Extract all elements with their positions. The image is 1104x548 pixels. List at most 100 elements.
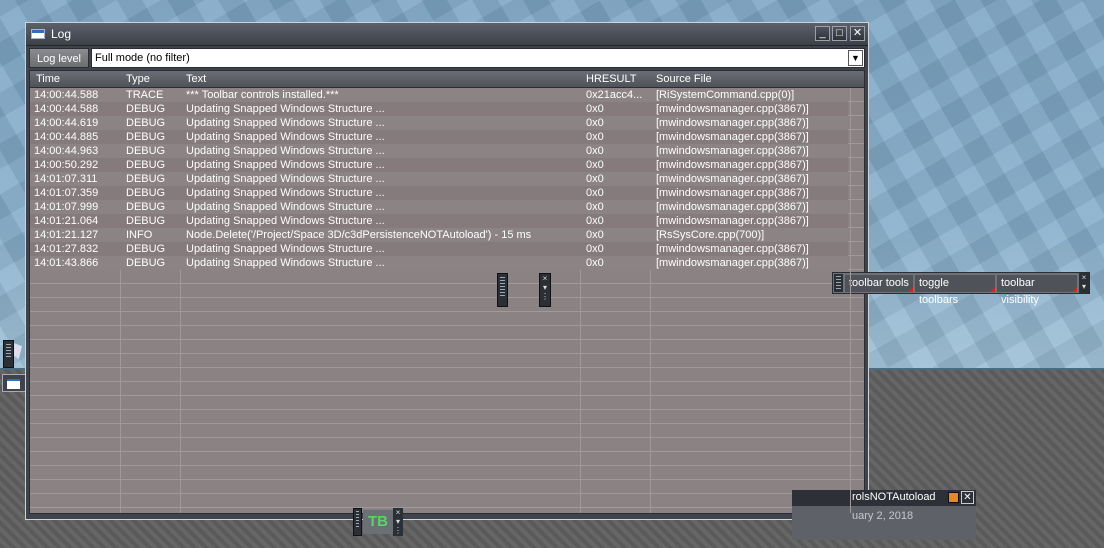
cell-hresult: 0x0 (586, 131, 604, 143)
toolbar-bottom-close-icon[interactable]: × ▾ ⋮ (393, 508, 403, 536)
toolbar-bottom-grip[interactable] (353, 508, 362, 536)
cell-hresult: 0x0 (586, 243, 604, 255)
toolbar-right-grip[interactable] (834, 274, 843, 292)
cell-time: 14:00:44.588 (34, 103, 99, 115)
log-window-titlebar[interactable]: Log _ □ ✕ (26, 23, 868, 46)
cell-time: 14:01:27.832 (34, 243, 99, 255)
table-row[interactable]: 14:01:21.064 DEBUG Updating Snapped Window… (30, 214, 848, 228)
cell-time: 14:01:07.311 (34, 173, 98, 185)
log-level-selected-value: Full mode (no filter) (95, 52, 190, 64)
left-toolbar-grip[interactable] (3, 340, 14, 368)
cell-type: DEBUG (126, 117, 166, 129)
floating-toolbar-close-icon[interactable]: × ▾ ⋮ (539, 273, 551, 307)
close-button[interactable]: ✕ (850, 26, 865, 41)
cell-source-file: [mwindowsmanager.cpp(3867)] (656, 201, 809, 213)
cell-hresult: 0x0 (586, 159, 604, 171)
cell-time: 14:01:07.999 (34, 201, 99, 213)
notification-titlebar[interactable]: rolsNOTAutoload ✕ (792, 490, 976, 506)
cell-source-file: [mwindowsmanager.cpp(3867)] (656, 117, 809, 129)
minimized-window-icon[interactable] (2, 374, 26, 392)
cell-source-file: [mwindowsmanager.cpp(3867)] (656, 215, 809, 227)
cell-source-file: [mwindowsmanager.cpp(3867)] (656, 159, 809, 171)
cell-hresult: 0x0 (586, 215, 604, 227)
column-header-time[interactable]: Time (36, 73, 60, 85)
cell-hresult: 0x21acc4... (586, 89, 643, 101)
chevron-down-icon[interactable]: ▼ (848, 50, 863, 66)
cell-hresult: 0x0 (586, 257, 604, 269)
log-level-select[interactable]: Full mode (no filter) ▼ (91, 48, 865, 68)
toolbar-tools-button[interactable]: toolbar tools (845, 275, 913, 292)
cell-type: DEBUG (126, 201, 166, 213)
table-row[interactable]: 14:00:44.588 DEBUG Updating Snapped Window… (30, 102, 848, 116)
toggle-toolbars-label: toggle toolbars (919, 277, 959, 306)
cell-time: 14:00:44.588 (34, 89, 99, 101)
cell-type: DEBUG (126, 215, 166, 227)
cell-source-file: [mwindowsmanager.cpp(3867)] (656, 173, 809, 185)
cell-time: 14:00:44.885 (34, 131, 99, 143)
cell-type: DEBUG (126, 103, 166, 115)
cell-type: DEBUG (126, 173, 166, 185)
cell-hresult: 0x0 (586, 173, 604, 185)
column-header-text[interactable]: Text (186, 73, 206, 85)
cell-source-file: [mwindowsmanager.cpp(3867)] (656, 145, 809, 157)
window-icon (31, 29, 45, 39)
log-level-tab[interactable]: Log level (29, 48, 89, 68)
log-table[interactable]: Time Type Text HRESULT Source File 14:00… (29, 70, 865, 514)
cell-text: Node.Delete('/Project/Space 3D/c3dPersis… (186, 229, 532, 241)
column-header-hresult[interactable]: HRESULT (586, 73, 637, 85)
cell-type: DEBUG (126, 131, 166, 143)
cell-source-file: [RiSystemCommand.cpp(0)] (656, 89, 795, 101)
cell-text: Updating Snapped Windows Structure ... (186, 145, 385, 157)
floating-toolbar-grip[interactable] (497, 273, 508, 307)
cell-source-file: [mwindowsmanager.cpp(3867)] (656, 243, 809, 255)
notification-close-button[interactable]: ✕ (961, 491, 974, 504)
cell-source-file: [mwindowsmanager.cpp(3867)] (656, 187, 809, 199)
notification-panel: rolsNOTAutoload ✕ uary 2, 2018 (792, 490, 976, 540)
toolbar-tools-label: toolbar tools (849, 277, 909, 289)
toolbar-visibility-label: toolbar visibility (1001, 277, 1039, 306)
toolbar-visibility-button[interactable]: toolbar visibility (997, 275, 1077, 306)
window-title: Log (51, 27, 72, 41)
cell-text: Updating Snapped Windows Structure ... (186, 215, 385, 227)
column-header-source-file[interactable]: Source File (656, 73, 712, 85)
cell-text: Updating Snapped Windows Structure ... (186, 131, 385, 143)
table-row[interactable]: 14:00:44.588 TRACE *** Toolbar controls in… (30, 88, 848, 102)
notification-title: rolsNOTAutoload (852, 491, 936, 503)
cell-hresult: 0x0 (586, 145, 604, 157)
toggle-toolbars-button[interactable]: toggle toolbars (915, 275, 995, 306)
cell-text: Updating Snapped Windows Structure ... (186, 103, 385, 115)
cell-hresult: 0x0 (586, 201, 604, 213)
table-row[interactable]: 14:00:50.292 DEBUG Updating Snapped Window… (30, 158, 848, 172)
tb-button[interactable]: TB (363, 510, 393, 534)
table-row[interactable]: 14:00:44.885 DEBUG Updating Snapped Window… (30, 130, 848, 144)
table-row[interactable]: 14:01:07.311 DEBUG Updating Snapped Window… (30, 172, 848, 186)
cell-time: 14:00:44.963 (34, 145, 99, 157)
table-row[interactable]: 14:01:21.127 INFO Node.Delete('/Project/Sp… (30, 228, 848, 242)
cell-type: TRACE (126, 89, 164, 101)
toolbar-right-close-icon[interactable]: × ▾ (1079, 273, 1089, 293)
cell-type: DEBUG (126, 187, 166, 199)
cell-hresult: 0x0 (586, 117, 604, 129)
cell-text: Updating Snapped Windows Structure ... (186, 117, 385, 129)
cell-time: 14:01:21.127 (34, 229, 99, 241)
column-header-type[interactable]: Type (126, 73, 150, 85)
table-row[interactable]: 14:00:44.963 DEBUG Updating Snapped Window… (30, 144, 848, 158)
cell-text: Updating Snapped Windows Structure ... (186, 187, 385, 199)
cell-hresult: 0x0 (586, 229, 604, 241)
column-divider (850, 71, 851, 513)
table-row[interactable]: 14:01:07.359 DEBUG Updating Snapped Window… (30, 186, 848, 200)
cell-time: 14:00:50.292 (34, 159, 99, 171)
table-row[interactable]: 14:01:07.999 DEBUG Updating Snapped Window… (30, 200, 848, 214)
notification-pin-icon[interactable] (948, 492, 959, 503)
cell-time: 14:01:43.866 (34, 257, 99, 269)
toolbar-right: toolbar tools toggle toolbars toolbar vi… (832, 272, 1090, 306)
cell-text: Updating Snapped Windows Structure ... (186, 159, 385, 171)
table-row[interactable]: 14:00:44.619 DEBUG Updating Snapped Window… (30, 116, 848, 130)
maximize-button[interactable]: □ (832, 26, 847, 41)
cell-source-file: [mwindowsmanager.cpp(3867)] (656, 103, 809, 115)
cell-text: Updating Snapped Windows Structure ... (186, 257, 385, 269)
cell-type: DEBUG (126, 243, 166, 255)
minimize-button[interactable]: _ (815, 26, 830, 41)
table-row[interactable]: 14:01:27.832 DEBUG Updating Snapped Window… (30, 242, 848, 256)
table-row[interactable]: 14:01:43.866 DEBUG Updating Snapped Window… (30, 256, 848, 270)
